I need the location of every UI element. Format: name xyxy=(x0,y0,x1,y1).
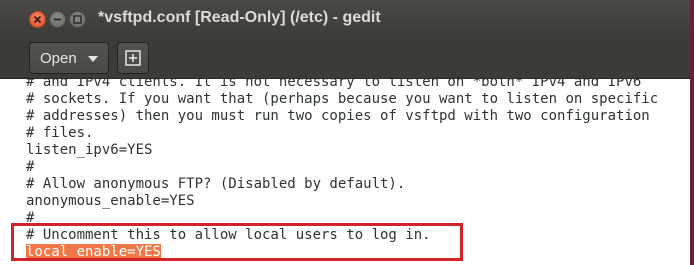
editor-line: # files. xyxy=(26,125,94,141)
open-button-label: Open xyxy=(40,50,77,67)
chevron-down-icon xyxy=(88,56,98,62)
editor-line: # Allow anonymous FTP? (Disabled by defa… xyxy=(26,176,406,192)
title-bar[interactable]: *vsftpd.conf [Read-Only] (/etc) - gedit xyxy=(0,0,694,38)
editor-line: # xyxy=(26,159,35,175)
close-icon xyxy=(33,15,42,24)
editor-line: anonymous_enable=YES xyxy=(26,193,195,209)
editor-line: listen_ipv6=YES xyxy=(26,142,153,158)
desktop-background-edge xyxy=(690,0,694,265)
maximize-window-button[interactable] xyxy=(69,11,86,28)
new-document-icon xyxy=(125,50,141,66)
open-button[interactable]: Open xyxy=(29,42,109,74)
maximize-icon xyxy=(73,15,82,24)
gedit-window: *vsftpd.conf [Read-Only] (/etc) - gedit … xyxy=(0,0,694,265)
annotation-highlight-box xyxy=(11,223,463,261)
minimize-window-button[interactable] xyxy=(49,11,66,28)
editor-line: # addresses) then you must run two copie… xyxy=(26,108,650,124)
editor-line: # sockets. If you want that (perhaps bec… xyxy=(26,91,659,107)
new-document-button[interactable] xyxy=(117,42,149,74)
minimize-icon xyxy=(54,18,61,21)
editor-line: # and IPv4 clients. It is not necessary … xyxy=(26,79,642,90)
close-window-button[interactable] xyxy=(29,11,46,28)
window-title: *vsftpd.conf [Read-Only] (/etc) - gedit xyxy=(98,9,381,26)
header-bar: Open xyxy=(0,38,694,79)
